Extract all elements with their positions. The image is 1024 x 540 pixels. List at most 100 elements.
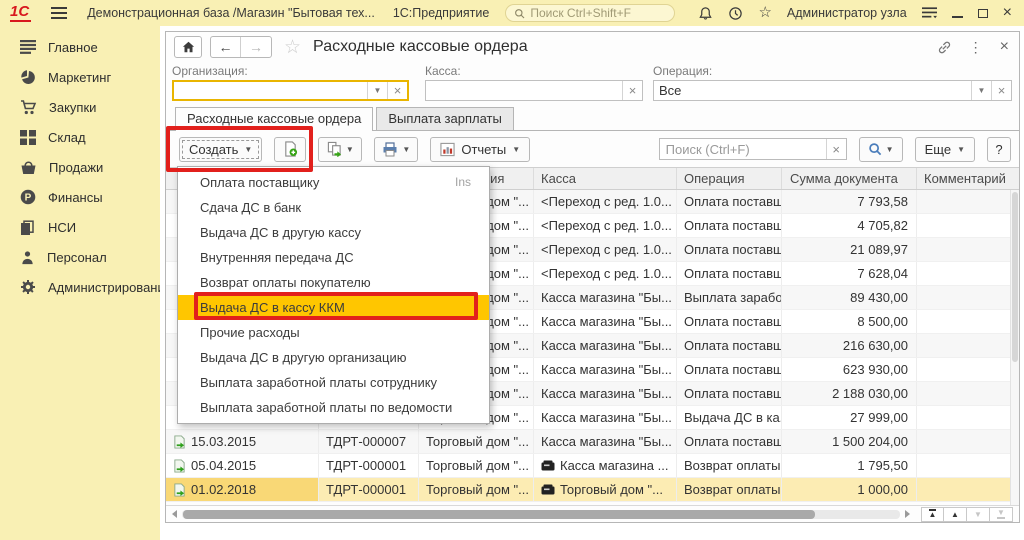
kassa-filter-label: Касса: bbox=[425, 64, 643, 78]
column-header-sum[interactable]: Сумма документа bbox=[782, 168, 917, 189]
column-header-comment[interactable]: Комментарий bbox=[917, 168, 1019, 189]
scroll-right-icon[interactable] bbox=[905, 510, 910, 518]
print-button[interactable]: ▼ bbox=[374, 137, 418, 162]
menu-item-prochie-raskhody[interactable]: Прочие расходы bbox=[178, 320, 489, 345]
menu-item-vyplata-zp-po-vedomosti[interactable]: Выплата заработной платы по ведомости bbox=[178, 395, 489, 420]
search-icon bbox=[868, 142, 882, 156]
report-chart-icon bbox=[440, 142, 455, 157]
scroll-left-icon[interactable] bbox=[172, 510, 177, 518]
sidebar: Главное Маркетинг Закупки Склад Продажи … bbox=[0, 26, 160, 540]
cash-register-icon bbox=[541, 460, 555, 471]
sidebar-item-glavnoe[interactable]: Главное bbox=[0, 32, 160, 62]
add-favorite-star-icon[interactable]: ☆ bbox=[284, 36, 301, 59]
window-close-button[interactable]: × bbox=[1000, 40, 1009, 54]
menu-item-vyplata-zp-sotrudniku[interactable]: Выплата заработной платы сотруднику bbox=[178, 370, 489, 395]
operation-clear-icon[interactable]: × bbox=[991, 81, 1011, 100]
more-button[interactable]: Еще▼ bbox=[915, 137, 975, 162]
app-close-button[interactable]: × bbox=[1003, 7, 1012, 19]
tab-rashodnye-kassovye-ordera[interactable]: Расходные кассовые ордера bbox=[175, 107, 373, 131]
home-icon bbox=[182, 41, 195, 53]
organization-filter-label: Организация: bbox=[172, 64, 409, 78]
list-search-clear-icon[interactable]: × bbox=[826, 139, 846, 159]
sidebar-item-personal[interactable]: Персонал bbox=[0, 242, 160, 272]
row-navigation-buttons: ▲ ▲ ▼ ▼ bbox=[921, 507, 1013, 522]
pie-chart-icon bbox=[20, 69, 36, 85]
ruble-circle-icon: Р bbox=[20, 189, 36, 205]
organization-clear-icon[interactable]: × bbox=[387, 82, 407, 99]
search-icon bbox=[514, 8, 525, 19]
tab-strip: Расходные кассовые ордера Выплата зарпла… bbox=[166, 107, 1019, 131]
maximize-button[interactable] bbox=[978, 9, 988, 18]
operation-filter-input[interactable]: Все ▼ × bbox=[653, 80, 1012, 101]
create-dropdown-menu: Оплата поставщику Ins Сдача ДС в банк Вы… bbox=[177, 166, 490, 424]
go-prev-row-button[interactable]: ▲ bbox=[944, 507, 967, 522]
home-button[interactable] bbox=[174, 36, 202, 58]
cash-register-icon bbox=[541, 484, 555, 495]
current-user-label[interactable]: Администратор узла bbox=[787, 6, 907, 20]
global-search-input[interactable]: Поиск Ctrl+Shift+F bbox=[505, 4, 675, 22]
more-actions-kebab-icon[interactable]: ⋮ bbox=[969, 39, 983, 56]
search-options-button[interactable]: ▼ bbox=[859, 137, 903, 162]
sidebar-item-finansy[interactable]: Р Финансы bbox=[0, 182, 160, 212]
menu-item-vydacha-ds-v-druguyu-kassu[interactable]: Выдача ДС в другую кассу bbox=[178, 220, 489, 245]
copy-document-button[interactable]: ▼ bbox=[318, 137, 362, 162]
add-document-button[interactable] bbox=[274, 137, 306, 162]
menu-item-sdacha-ds-v-bank[interactable]: Сдача ДС в банк bbox=[178, 195, 489, 220]
sidebar-item-sklad[interactable]: Склад bbox=[0, 122, 160, 152]
get-link-icon[interactable] bbox=[937, 40, 952, 55]
reports-button[interactable]: Отчеты▼ bbox=[430, 137, 530, 162]
page-title: Расходные кассовые ордера bbox=[313, 38, 528, 56]
notifications-bell-icon[interactable] bbox=[698, 6, 713, 21]
nav-forward-button[interactable]: → bbox=[241, 37, 271, 57]
posted-document-icon bbox=[173, 435, 186, 449]
sidebar-item-marketing[interactable]: Маркетинг bbox=[0, 62, 160, 92]
organization-filter-input[interactable]: ▼ × bbox=[172, 80, 409, 101]
minimize-button[interactable] bbox=[952, 8, 963, 18]
kassa-clear-icon[interactable]: × bbox=[622, 81, 642, 100]
1c-logo-icon: 1С bbox=[10, 4, 31, 22]
tab-vyplata-zarplaty[interactable]: Выплата зарплаты bbox=[376, 107, 514, 130]
global-search-placeholder: Поиск Ctrl+Shift+F bbox=[530, 6, 631, 20]
gear-icon bbox=[20, 279, 36, 295]
go-next-row-button[interactable]: ▼ bbox=[967, 507, 990, 522]
menu-item-vydacha-ds-v-druguyu-organizatsiyu[interactable]: Выдача ДС в другую организацию bbox=[178, 345, 489, 370]
menu-shortcut: Ins bbox=[455, 170, 489, 195]
menu-item-vydacha-ds-v-kassu-kkm[interactable]: Выдача ДС в кассу ККМ bbox=[178, 295, 489, 320]
sidebar-item-administrirovanie[interactable]: Администрирование bbox=[0, 272, 160, 302]
app-titlebar: 1С Демонстрационная база /Магазин "Бытов… bbox=[0, 0, 1024, 26]
favorites-star-icon[interactable]: ☆ bbox=[758, 6, 771, 20]
history-icon[interactable] bbox=[728, 6, 743, 21]
horizontal-scrollbar[interactable] bbox=[182, 510, 900, 519]
go-last-row-button[interactable]: ▼ bbox=[990, 507, 1013, 522]
menu-item-oplata-postavshchiku[interactable]: Оплата поставщику Ins bbox=[178, 170, 489, 195]
vertical-scrollbar[interactable] bbox=[1010, 190, 1019, 505]
list-toolbar: Создать▼ ▼ ▼ Отчеты▼ Поиск (Ctrl+F) × bbox=[166, 131, 1019, 167]
service-menu-icon[interactable] bbox=[922, 7, 937, 19]
app-name: 1С:Предприятие bbox=[393, 6, 490, 20]
hamburger-menu-icon[interactable] bbox=[51, 7, 67, 19]
operation-dropdown-icon[interactable]: ▼ bbox=[971, 81, 991, 100]
nav-back-button[interactable]: ← bbox=[211, 37, 241, 57]
books-icon bbox=[20, 220, 36, 235]
table-row[interactable]: 15.03.2015 ТДРТ-000007Торговый дом "...К… bbox=[166, 430, 1010, 454]
organization-dropdown-icon[interactable]: ▼ bbox=[367, 82, 387, 99]
person-icon bbox=[20, 250, 35, 265]
new-document-icon bbox=[283, 141, 298, 157]
help-button[interactable]: ? bbox=[987, 137, 1011, 162]
sidebar-item-nsi[interactable]: НСИ bbox=[0, 212, 160, 242]
go-first-row-button[interactable]: ▲ bbox=[921, 507, 944, 522]
operation-filter-label: Операция: bbox=[653, 64, 1012, 78]
sidebar-item-prodazhi[interactable]: Продажи bbox=[0, 152, 160, 182]
list-icon bbox=[20, 40, 36, 54]
menu-item-vnutrennyaya-peredacha-ds[interactable]: Внутренняя передача ДС bbox=[178, 245, 489, 270]
table-row-selected[interactable]: 01.02.2018 ТДРТ-000001Торговый дом "... … bbox=[166, 478, 1010, 502]
sidebar-item-zakupki[interactable]: Закупки bbox=[0, 92, 160, 122]
table-row[interactable]: 05.04.2015 ТДРТ-000001Торговый дом "... … bbox=[166, 454, 1010, 478]
create-button[interactable]: Создать▼ bbox=[179, 137, 262, 162]
column-header-kassa[interactable]: Касса bbox=[534, 168, 677, 189]
kassa-filter-input[interactable]: × bbox=[425, 80, 643, 101]
menu-item-vozvrat-oplaty-pokupatelyu[interactable]: Возврат оплаты покупателю bbox=[178, 270, 489, 295]
column-header-operation[interactable]: Операция bbox=[677, 168, 782, 189]
list-search-input[interactable]: Поиск (Ctrl+F) × bbox=[659, 138, 847, 160]
filter-panel: Организация: ▼ × Касса: × Операция: Все bbox=[166, 62, 1019, 107]
